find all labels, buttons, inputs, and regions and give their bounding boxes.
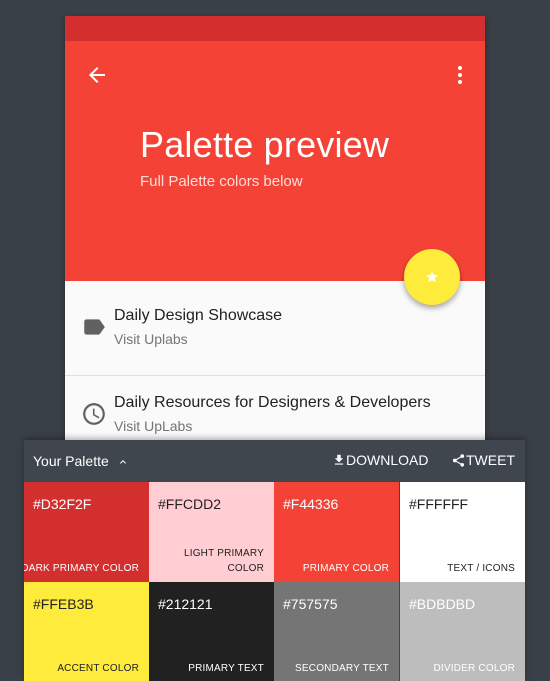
phone-preview: Palette preview Full Palette colors belo… bbox=[65, 16, 485, 456]
swatch-hex: #D32F2F bbox=[33, 496, 92, 512]
chevron-up-icon bbox=[119, 460, 126, 465]
tweet-button[interactable]: TWEET bbox=[451, 452, 515, 468]
status-bar bbox=[65, 16, 485, 41]
back-arrow-icon[interactable] bbox=[85, 63, 109, 87]
page-title: Palette preview bbox=[140, 124, 390, 165]
clock-icon bbox=[83, 403, 105, 425]
swatch-role: PRIMARY TEXT bbox=[188, 663, 264, 674]
swatch-hex: #212121 bbox=[158, 596, 213, 612]
download-label: DOWNLOAD bbox=[346, 452, 429, 468]
swatch-role: DARK PRIMARY COLOR bbox=[24, 563, 139, 574]
swatch-divider[interactable]: #BDBDBD DIVIDER COLOR bbox=[400, 582, 525, 681]
list-item-title: Daily Design Showcase bbox=[114, 307, 283, 324]
swatch-hex: #BDBDBD bbox=[409, 596, 476, 612]
swatch-dark-primary[interactable]: #D32F2F DARK PRIMARY COLOR bbox=[24, 482, 149, 582]
palette-panel-header: Your Palette DOWNLOAD TWEET bbox=[24, 440, 525, 482]
swatch-role: PRIMARY COLOR bbox=[302, 563, 389, 574]
page-subtitle: Full Palette colors below bbox=[140, 173, 303, 190]
palette-title: Your Palette bbox=[33, 453, 109, 469]
download-button[interactable]: DOWNLOAD bbox=[332, 452, 428, 468]
swatch-hex: #F44336 bbox=[283, 496, 339, 512]
swatch-hex: #FFCDD2 bbox=[158, 496, 222, 512]
swatch-role: ACCENT COLOR bbox=[57, 663, 139, 674]
download-icon bbox=[334, 454, 344, 465]
swatch-primary-text[interactable]: #212121 PRIMARY TEXT bbox=[149, 582, 274, 681]
list-item-subtitle: Visit UpLabs bbox=[114, 418, 193, 434]
swatch-hex: #757575 bbox=[283, 596, 338, 612]
swatch-light-primary[interactable]: #FFCDD2 LIGHT PRIMARY COLOR bbox=[149, 482, 274, 582]
share-icon bbox=[452, 453, 465, 467]
swatch-primary[interactable]: #F44336 PRIMARY COLOR bbox=[274, 482, 399, 582]
more-vert-icon[interactable] bbox=[448, 63, 472, 87]
swatch-hex: #FFEB3B bbox=[33, 596, 94, 612]
star-icon bbox=[426, 271, 438, 283]
swatch-text-icons[interactable]: #FFFFFF TEXT / ICONS bbox=[400, 482, 525, 582]
palette-panel: Your Palette DOWNLOAD TWEET #D32F2F DARK… bbox=[24, 440, 525, 681]
swatch-role: SECONDARY TEXT bbox=[295, 663, 389, 674]
swatch-hex: #FFFFFF bbox=[409, 496, 469, 512]
list-item-design-showcase[interactable]: Daily Design Showcase Visit Uplabs bbox=[65, 284, 485, 376]
tweet-label: TWEET bbox=[466, 452, 515, 468]
swatch-accent[interactable]: #FFEB3B ACCENT COLOR bbox=[24, 582, 149, 681]
swatch-role: TEXT / ICONS bbox=[447, 563, 515, 574]
swatch-role: LIGHT PRIMARY COLOR bbox=[183, 548, 264, 574]
swatch-secondary-text[interactable]: #757575 SECONDARY TEXT bbox=[274, 582, 399, 681]
list-item-title: Daily Resources for Designers & Develope… bbox=[114, 394, 431, 411]
list-item-subtitle: Visit Uplabs bbox=[114, 331, 188, 347]
label-icon bbox=[84, 319, 105, 335]
palette-toggle[interactable]: Your Palette bbox=[33, 453, 129, 469]
swatch-role: DIVIDER COLOR bbox=[433, 663, 515, 674]
